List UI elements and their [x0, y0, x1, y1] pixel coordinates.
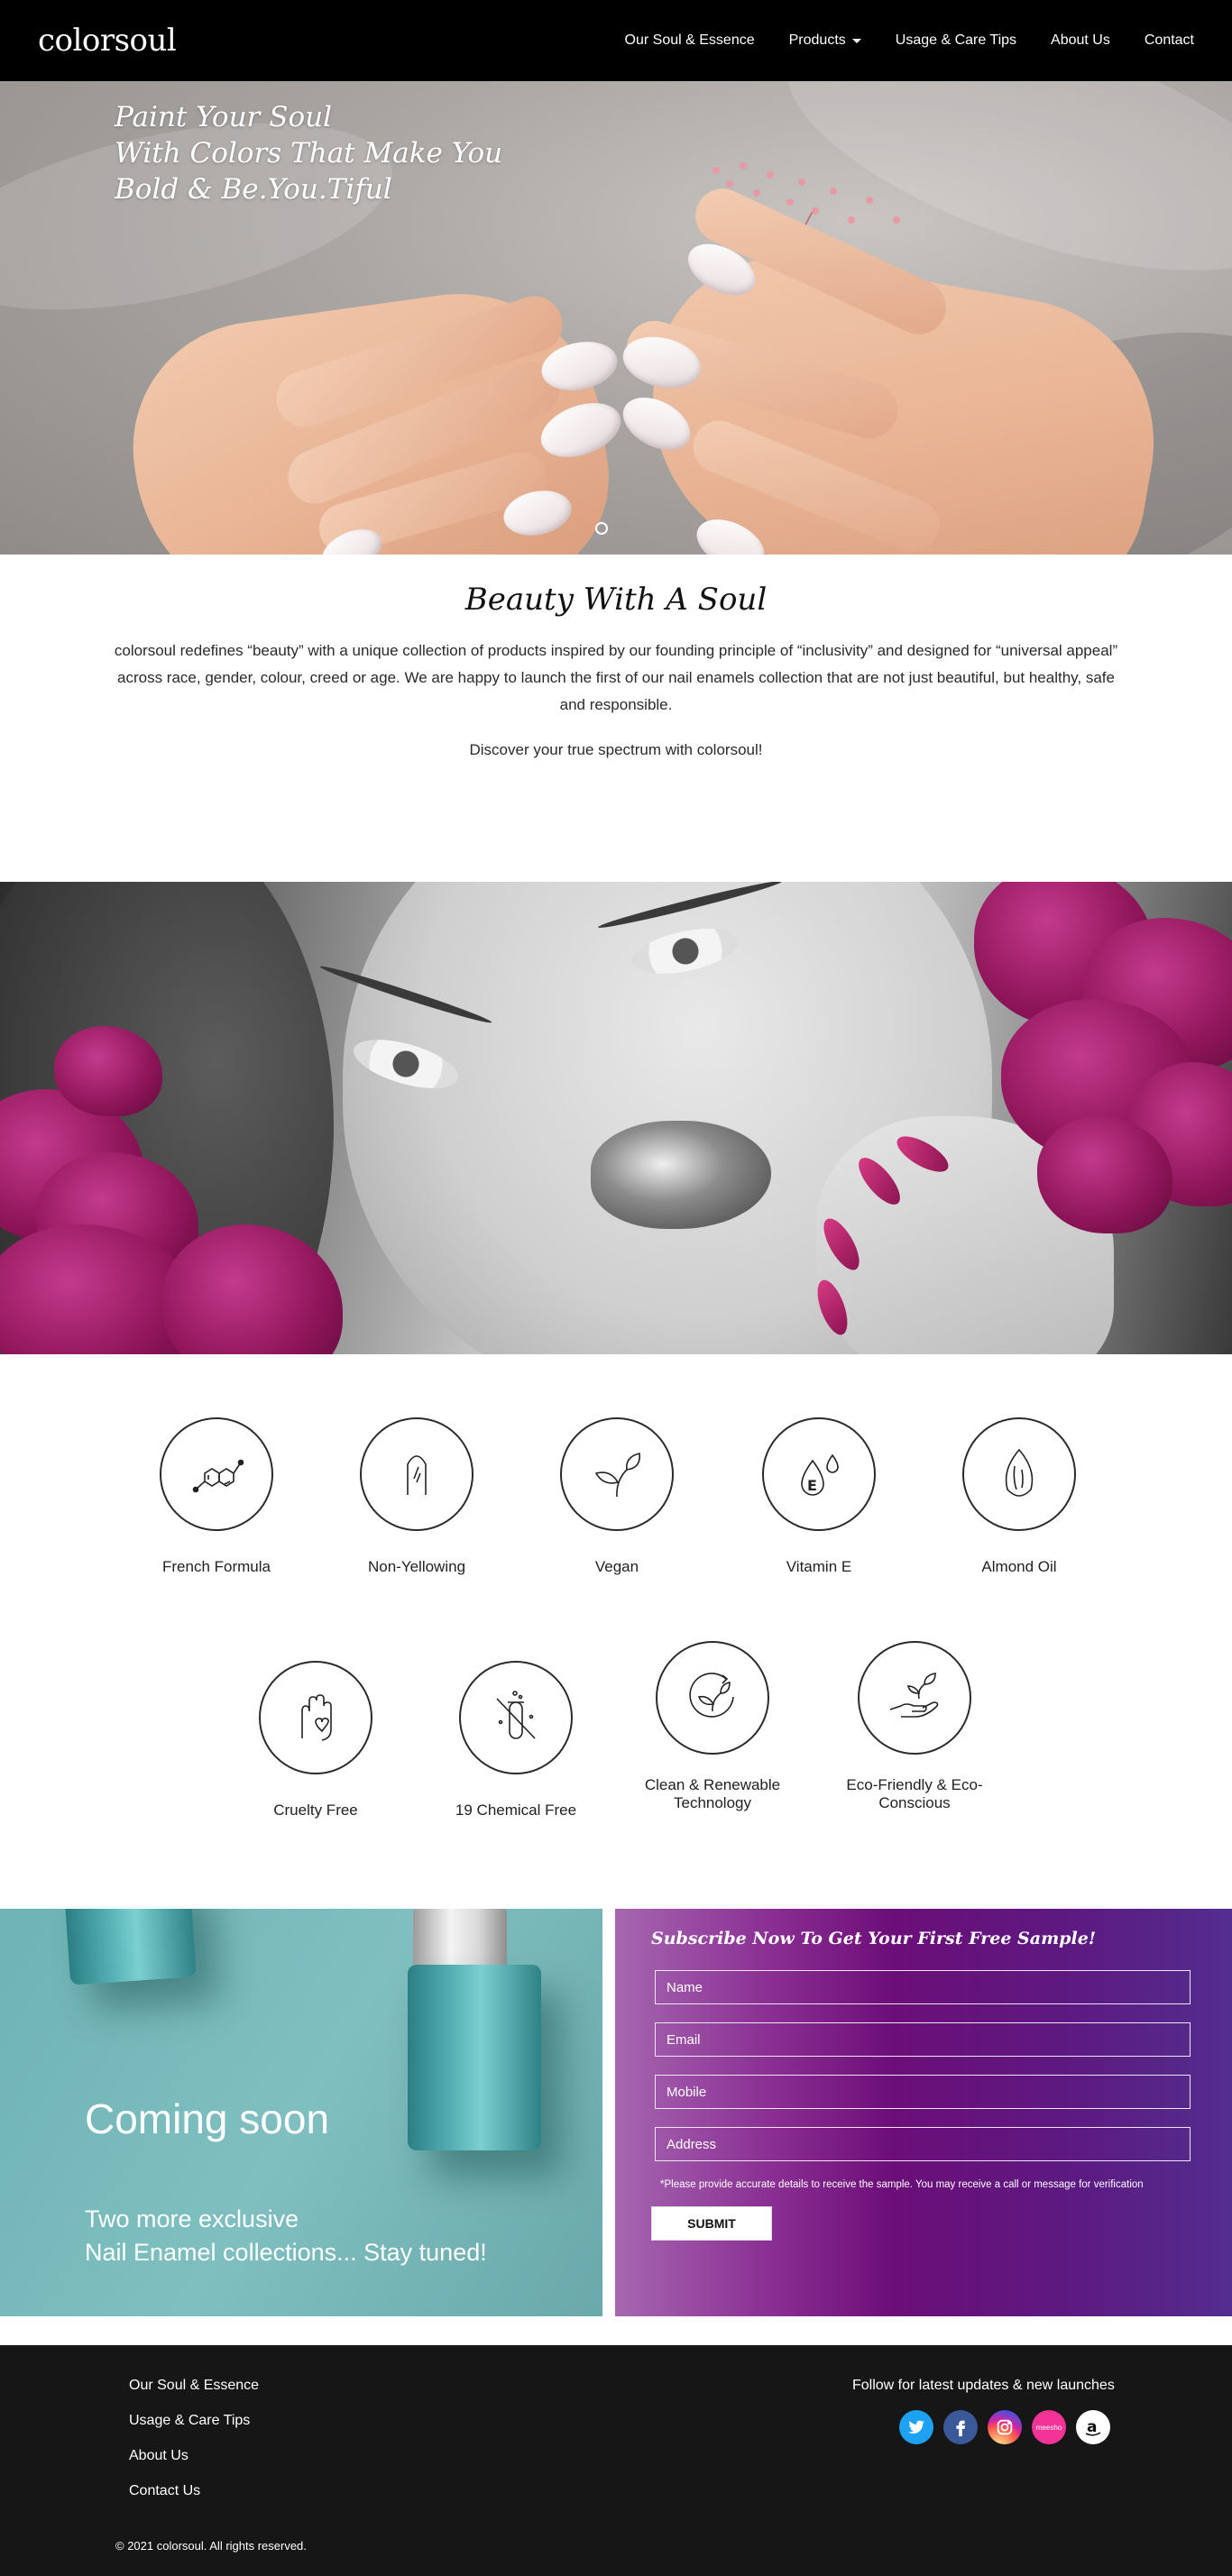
- feature-label: Vegan: [594, 1558, 639, 1575]
- site-footer: Our Soul & Essence Usage & Care Tips Abo…: [0, 2345, 1232, 2576]
- name-field[interactable]: [655, 1970, 1191, 2004]
- meesho-icon-text: meesho: [1035, 2423, 1062, 2432]
- facebook-icon[interactable]: [943, 2410, 978, 2444]
- bottle-cap: [413, 1909, 507, 1965]
- nav-link-usage-care[interactable]: Usage & Care Tips: [896, 32, 1016, 49]
- coming-soon-line: Nail Enamel collections... Stay tuned!: [85, 2239, 487, 2266]
- feature-item: Cruelty Free: [225, 1661, 406, 1820]
- mobile-field[interactable]: [655, 2075, 1191, 2109]
- footer-link-our-soul[interactable]: Our Soul & Essence: [129, 2378, 259, 2394]
- coming-soon-subtitle: Two more exclusive Nail Enamel collectio…: [85, 2203, 487, 2269]
- feature-item: E Vitamin E: [729, 1417, 909, 1576]
- nav-link-about[interactable]: About Us: [1051, 32, 1110, 49]
- feature-item: Eco-Friendly & Eco-Conscious: [824, 1641, 1005, 1812]
- feature-ring: [259, 1661, 372, 1774]
- leaf-icon: [594, 1453, 641, 1498]
- instagram-icon[interactable]: [988, 2410, 1022, 2444]
- main-menu: Our Soul & Essence Products Usage & Care…: [625, 32, 1194, 49]
- carousel-indicator[interactable]: [595, 522, 608, 535]
- hero-tagline: Paint Your Soul With Colors That Make Yo…: [115, 99, 502, 207]
- brand-logo[interactable]: colorsoul: [38, 23, 177, 59]
- nav-link-products-label: Products: [788, 32, 846, 48]
- hero-tagline-line: Bold & Be.You.Tiful: [115, 173, 392, 206]
- intro-title: Beauty With A Soul: [464, 582, 768, 618]
- svg-text:a: a: [1087, 2418, 1097, 2436]
- address-field[interactable]: [655, 2127, 1191, 2161]
- feature-label: Vitamin E: [786, 1558, 852, 1575]
- hand-heart-icon: [301, 1694, 332, 1741]
- feature-item: Almond Oil: [929, 1417, 1109, 1576]
- twitter-icon[interactable]: [899, 2410, 933, 2444]
- copyright-text: © 2021 colorsoul. All rights reserved.: [115, 2539, 307, 2553]
- intro-section: Beauty With A Soul colorsoul redefines “…: [0, 555, 1232, 882]
- coming-soon-line: Two more exclusive: [85, 2205, 299, 2232]
- submit-button[interactable]: SUBMIT: [651, 2206, 772, 2241]
- molecule-icon: [192, 1459, 244, 1493]
- nail-polish-bottle-image: [62, 1909, 198, 1985]
- coming-soon-banner: Coming soon Two more exclusive Nail Enam…: [0, 1909, 602, 2316]
- feature-label: French Formula: [162, 1558, 271, 1575]
- feature-ring: [160, 1417, 273, 1531]
- feature-label: Clean & Renewable Technology: [644, 1776, 781, 1811]
- renewable-leaf-icon: [689, 1673, 734, 1718]
- nav-link-contact[interactable]: Contact: [1145, 32, 1194, 49]
- footer-spacer: [0, 2316, 1232, 2345]
- feature-item: French Formula: [126, 1417, 307, 1576]
- feature-item: Clean & Renewable Technology: [622, 1641, 803, 1812]
- intro-body: colorsoul redefines “beauty” with a uniq…: [114, 642, 1118, 713]
- vitamin-e-drop-icon: E: [801, 1453, 839, 1496]
- feature-ring: [962, 1417, 1076, 1531]
- feature-item: 19 Chemical Free: [426, 1661, 606, 1820]
- hand-leaf-icon: [889, 1673, 939, 1718]
- feature-ring: [656, 1641, 769, 1755]
- features-section: French Formula Non-Yellowing Vegan E Vit…: [0, 1354, 1232, 1909]
- almond-icon: [1005, 1448, 1034, 1497]
- top-navbar: colorsoul Our Soul & Essence Products Us…: [0, 0, 1232, 81]
- nail-polish-bottle-image: [408, 1965, 541, 2150]
- chevron-down-icon: [851, 38, 861, 43]
- footer-link-contact[interactable]: Contact Us: [129, 2483, 200, 2499]
- feature-ring: [560, 1417, 674, 1531]
- footer-link-about[interactable]: About Us: [129, 2448, 188, 2464]
- subscribe-note: *Please provide accurate details to rece…: [660, 2179, 1144, 2190]
- nav-link-our-soul[interactable]: Our Soul & Essence: [625, 32, 755, 49]
- feature-ring: E: [762, 1417, 876, 1531]
- email-field[interactable]: [655, 2022, 1191, 2057]
- coming-soon-title: Coming soon: [85, 2095, 330, 2142]
- hero-tagline-line: Paint Your Soul: [115, 101, 332, 133]
- nav-link-products[interactable]: Products: [789, 32, 861, 49]
- hero-tagline-line: With Colors That Make You: [115, 137, 503, 170]
- feature-label: Cruelty Free: [273, 1801, 358, 1819]
- promo-row: Coming soon Two more exclusive Nail Enam…: [0, 1909, 1232, 2316]
- model-banner-image: [0, 882, 1232, 1354]
- feature-label: Almond Oil: [981, 1558, 1057, 1575]
- subscribe-form: Subscribe Now To Get Your First Free Sam…: [615, 1909, 1232, 2316]
- follow-text: Follow for latest updates & new launches: [852, 2378, 1115, 2393]
- feature-ring: [360, 1417, 473, 1531]
- feature-item: Vegan: [527, 1417, 707, 1576]
- meesho-icon[interactable]: meesho: [1032, 2410, 1066, 2444]
- feature-ring: [459, 1661, 573, 1774]
- promo-divider: [602, 1909, 615, 2316]
- hero-carousel: Paint Your Soul With Colors That Make Yo…: [0, 81, 1232, 555]
- test-tube-crossed-icon: [496, 1691, 536, 1739]
- intro-discover: Discover your true spectrum with colorso…: [469, 741, 763, 758]
- feature-label: Eco-Friendly & Eco-Conscious: [846, 1776, 983, 1811]
- feature-item: Non-Yellowing: [326, 1417, 507, 1576]
- feature-label: 19 Chemical Free: [455, 1801, 577, 1819]
- amazon-icon[interactable]: a: [1076, 2410, 1110, 2444]
- svg-text:E: E: [807, 1477, 817, 1494]
- subscribe-heading: Subscribe Now To Get Your First Free Sam…: [651, 1929, 1097, 1948]
- feature-ring: [858, 1641, 971, 1755]
- nail-icon: [407, 1455, 427, 1495]
- feature-label: Non-Yellowing: [367, 1558, 466, 1575]
- footer-link-usage-care[interactable]: Usage & Care Tips: [129, 2413, 250, 2429]
